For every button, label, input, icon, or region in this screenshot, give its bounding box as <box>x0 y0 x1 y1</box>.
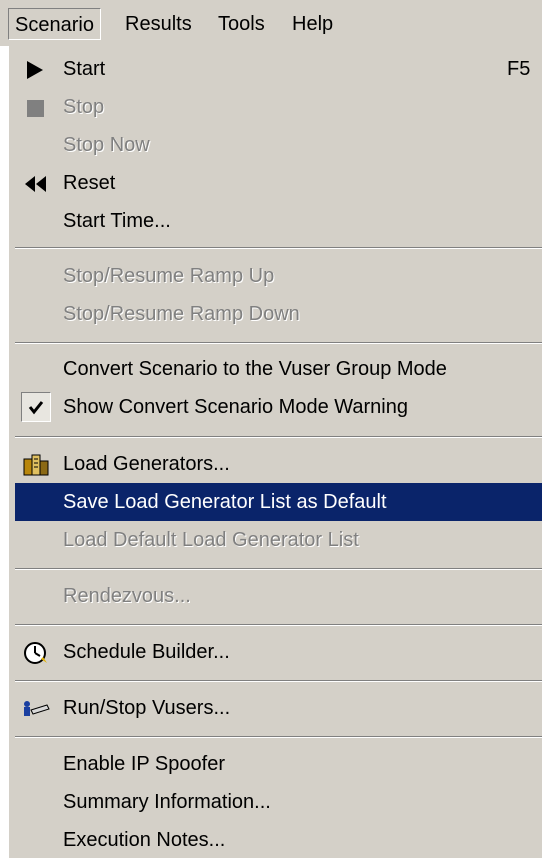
menu-item-stop-resume-ramp-up: Stop/Resume Ramp Up <box>15 257 542 295</box>
menu-item-stop-now: Stop Now <box>15 126 542 164</box>
menu-item-stop: Stop <box>15 88 542 126</box>
menu-item-reset-label: Reset <box>63 172 116 194</box>
menu-item-save-lg-default-label: Save Load Generator List as Default <box>63 491 387 513</box>
menu-item-enable-ip-spoofer[interactable]: Enable IP Spoofer <box>15 745 542 783</box>
menu-item-save-lg-default[interactable]: Save Load Generator List as Default <box>15 483 542 521</box>
menu-item-schedule-builder[interactable]: Schedule Builder... <box>15 633 542 671</box>
menu-item-enable-ip-spoofer-label: Enable IP Spoofer <box>63 753 225 775</box>
checkmark-icon <box>21 392 51 422</box>
menu-item-execution-notes[interactable]: Execution Notes... <box>15 821 542 859</box>
menu-item-run-stop-vusers[interactable]: Run/Stop Vusers... <box>15 689 542 727</box>
menu-item-summary-information[interactable]: Summary Information... <box>15 783 542 821</box>
menu-item-stop-now-label: Stop Now <box>63 134 150 156</box>
menu-item-show-convert-warning[interactable]: Show Convert Scenario Mode Warning <box>15 388 542 426</box>
menu-item-start-time-label: Start Time... <box>63 210 171 232</box>
menu-item-reset[interactable]: Reset <box>15 164 542 202</box>
menu-help[interactable]: Help <box>286 8 339 40</box>
menu-item-start-label: Start <box>63 58 106 80</box>
separator <box>15 568 542 570</box>
menu-item-run-stop-vusers-label: Run/Stop Vusers... <box>63 697 231 719</box>
separator <box>15 436 542 438</box>
separator <box>15 342 542 344</box>
load-generators-icon <box>21 452 51 476</box>
menu-item-stop-resume-ramp-down-label: Stop/Resume Ramp Down <box>63 303 300 325</box>
menu-item-stop-resume-ramp-down: Stop/Resume Ramp Down <box>15 295 542 333</box>
menu-item-load-generators-label: Load Generators... <box>63 453 230 475</box>
menu-item-rendezvous: Rendezvous... <box>15 577 542 615</box>
menu-item-rendezvous-label: Rendezvous... <box>63 585 191 607</box>
menu-item-stop-label: Stop <box>63 96 105 118</box>
menu-item-convert-scenario-label: Convert Scenario to the Vuser Group Mode <box>63 358 447 380</box>
menu-item-start[interactable]: Start F5 <box>15 50 542 88</box>
play-icon <box>21 57 51 81</box>
menu-item-load-default-lg: Load Default Load Generator List <box>15 521 542 559</box>
menu-results[interactable]: Results <box>119 8 198 40</box>
menu-item-schedule-builder-label: Schedule Builder... <box>63 641 230 663</box>
menu-item-load-default-lg-label: Load Default Load Generator List <box>63 529 359 551</box>
stop-icon <box>21 95 51 119</box>
separator <box>15 624 542 626</box>
separator <box>15 247 542 249</box>
menu-item-summary-information-label: Summary Information... <box>63 791 271 813</box>
menu-item-start-time[interactable]: Start Time... <box>15 202 542 240</box>
menu-item-start-shortcut: F5 <box>507 58 531 80</box>
rewind-icon <box>21 171 51 195</box>
menu-item-execution-notes-label: Execution Notes... <box>63 829 226 851</box>
menu-item-show-convert-warning-label: Show Convert Scenario Mode Warning <box>63 396 408 418</box>
menu-bar: Scenario Results Tools Help <box>0 0 542 46</box>
menu-tools[interactable]: Tools <box>212 8 271 40</box>
menu-item-load-generators[interactable]: Load Generators... <box>15 445 542 483</box>
menu-scenario[interactable]: Scenario <box>8 8 101 40</box>
menu-item-convert-scenario[interactable]: Convert Scenario to the Vuser Group Mode <box>15 350 542 388</box>
clock-icon <box>21 640 51 664</box>
menu-item-stop-resume-ramp-up-label: Stop/Resume Ramp Up <box>63 265 275 287</box>
separator <box>15 680 542 682</box>
scenario-dropdown-menu: Start F5 Stop Stop Now Reset Start Time.… <box>8 46 542 858</box>
run-vusers-icon <box>21 696 51 720</box>
separator <box>15 736 542 738</box>
